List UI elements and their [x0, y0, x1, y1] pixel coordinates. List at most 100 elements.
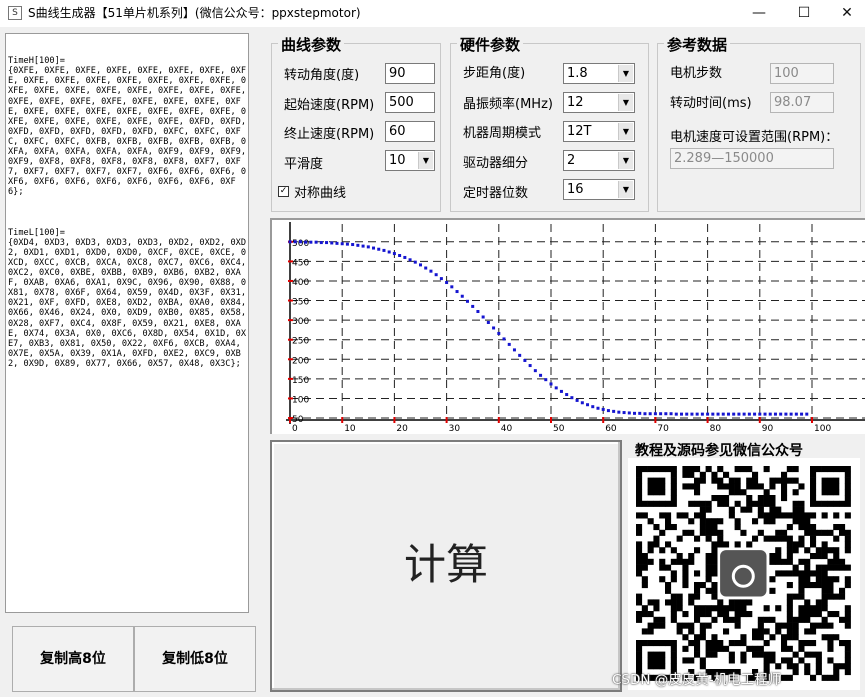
wechat-qr-code	[628, 458, 860, 690]
data-point	[372, 246, 376, 250]
y-tick-label: 350	[292, 298, 309, 308]
data-point	[439, 277, 443, 281]
speed-curve-chart: 500 450 400 350 300 250 200 150 100 50 0 10 20 30 40 50…	[270, 218, 865, 434]
crystal-freq-select[interactable]: 12 ▼	[563, 92, 635, 113]
smoothness-select[interactable]: 10 ▼	[385, 150, 435, 171]
data-point	[319, 241, 323, 245]
data-point	[617, 410, 621, 414]
crystal-freq-value: 12	[567, 95, 584, 110]
data-point	[674, 412, 678, 416]
data-point	[653, 412, 657, 416]
data-point	[622, 411, 626, 415]
data-point	[309, 240, 313, 244]
data-point	[685, 412, 689, 416]
data-point	[387, 250, 391, 254]
data-point	[325, 241, 329, 245]
microstep-select[interactable]: 2 ▼	[563, 150, 635, 171]
x-tick-label: 30	[449, 424, 461, 434]
app-window: S S曲线生成器【51单片机系列】(微信公众号：ppхstepmotor) — …	[0, 0, 865, 697]
chevron-down-icon[interactable]: ▼	[418, 152, 433, 169]
data-point	[413, 260, 417, 264]
data-point	[523, 358, 527, 362]
chevron-down-icon[interactable]: ▼	[618, 152, 633, 169]
data-point	[377, 247, 381, 251]
angle-input[interactable]: 90	[385, 63, 435, 84]
data-point	[789, 412, 793, 416]
cycle-mode-label: 机器周期模式	[463, 126, 542, 141]
motor-steps-label: 电机步数	[670, 66, 723, 81]
x-tick-label: 10	[344, 424, 356, 434]
y-tick-label: 400	[292, 278, 309, 288]
data-point	[549, 382, 553, 386]
data-point	[763, 412, 767, 416]
close-button[interactable]: ✕	[826, 0, 865, 27]
chevron-down-icon[interactable]: ▼	[618, 65, 633, 82]
data-point	[606, 409, 610, 413]
data-point	[304, 240, 308, 244]
data-point	[314, 240, 318, 244]
end-speed-label: 终止速度(RPM)	[284, 127, 375, 142]
csdn-watermark: CSDN @皮皮黄-机电工程师	[612, 672, 782, 688]
qr-caption: 教程及源码参见微信公众号	[635, 443, 803, 459]
data-point	[669, 412, 673, 416]
data-point	[392, 252, 396, 256]
data-point	[539, 373, 543, 377]
end-speed-input[interactable]: 60	[385, 121, 435, 142]
calculate-button[interactable]: 计算	[270, 440, 622, 692]
output-textarea[interactable]: TimeH[100]= {0XFE, 0XFE, 0XFE, 0XFE, 0XF…	[5, 33, 249, 613]
copy-low-byte-button[interactable]: 复制低8位	[134, 626, 256, 692]
data-point	[492, 326, 496, 330]
angle-label: 转动角度(度)	[284, 68, 360, 83]
copy-high-byte-button[interactable]: 复制高8位	[12, 626, 134, 692]
data-point	[507, 342, 511, 346]
cycle-mode-value: 12T	[567, 124, 592, 139]
data-point	[633, 411, 637, 415]
reference-data-group: 参考数据 电机步数 100 转动时间(ms) 98.07 电机速度可设置范围(R…	[657, 34, 861, 212]
x-tick-label: 70	[657, 424, 669, 434]
data-point	[465, 299, 469, 303]
time-low-array: TimeL[100]= {0XD4, 0XD3, 0XD3, 0XD3, 0XD…	[8, 227, 246, 369]
chevron-down-icon[interactable]: ▼	[618, 123, 633, 140]
data-point	[366, 245, 370, 249]
timer-bits-select[interactable]: 16 ▼	[563, 179, 635, 200]
step-angle-value: 1.8	[567, 66, 588, 81]
data-point	[805, 412, 809, 416]
chevron-down-icon[interactable]: ▼	[618, 94, 633, 111]
data-point	[695, 412, 699, 416]
data-point	[559, 389, 563, 393]
symmetric-checkbox[interactable]: ✓	[278, 186, 289, 197]
start-speed-input[interactable]: 500	[385, 92, 435, 113]
data-point	[779, 412, 783, 416]
data-point	[403, 255, 407, 259]
data-point	[481, 315, 485, 319]
data-point	[612, 409, 616, 413]
cycle-mode-select[interactable]: 12T ▼	[563, 121, 635, 142]
data-point	[398, 254, 402, 257]
maximize-button[interactable]: ☐	[783, 0, 825, 27]
data-point	[419, 263, 422, 267]
x-tick-label: 60	[605, 424, 617, 434]
data-point	[382, 248, 386, 252]
data-point	[690, 412, 694, 416]
data-point	[293, 240, 297, 244]
data-point	[570, 396, 574, 400]
data-point	[596, 406, 600, 410]
minimize-button[interactable]: —	[738, 0, 780, 27]
data-point	[706, 412, 710, 416]
y-tick-label: 150	[292, 376, 309, 386]
crystal-freq-label: 晶振频率(MHz)	[463, 97, 553, 112]
y-tick-label: 100	[292, 395, 309, 405]
data-point	[424, 266, 428, 270]
data-point	[565, 393, 569, 397]
chevron-down-icon[interactable]: ▼	[618, 181, 633, 198]
data-point	[773, 412, 777, 416]
data-point	[486, 320, 490, 324]
title-bar[interactable]: S S曲线生成器【51单片机系列】(微信公众号：ppхstepmotor) — …	[0, 0, 865, 27]
x-tick-label: 100	[814, 424, 831, 434]
data-point	[434, 273, 438, 277]
data-point	[580, 401, 584, 405]
data-point	[450, 285, 454, 289]
step-angle-select[interactable]: 1.8 ▼	[563, 63, 635, 84]
data-point	[528, 364, 532, 368]
data-point	[742, 412, 746, 416]
